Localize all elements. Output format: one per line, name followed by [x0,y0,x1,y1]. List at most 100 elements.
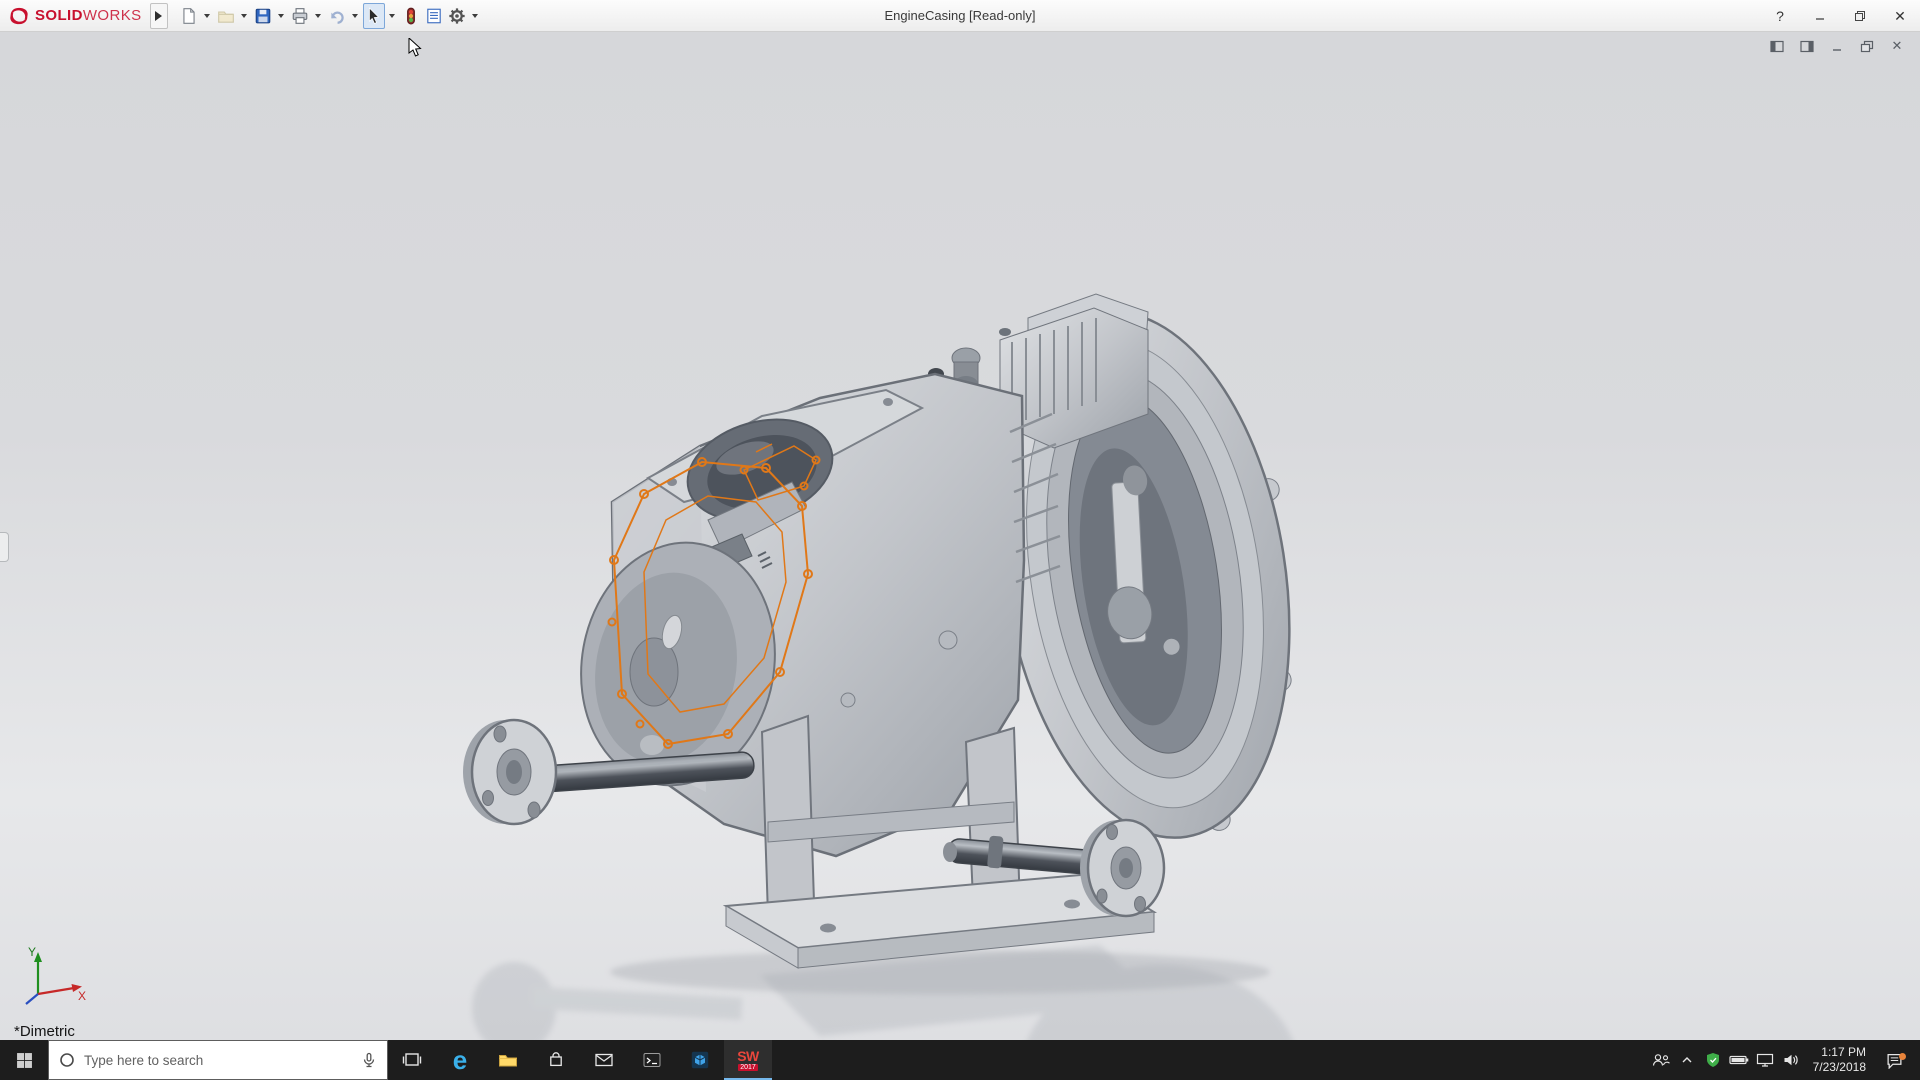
start-button[interactable] [0,1040,48,1080]
doc-restore-button[interactable] [1858,38,1876,54]
app-file-explorer[interactable] [484,1040,532,1080]
solidworks-taskbar-icon: SW 2017 [737,1049,759,1071]
view-orientation-label: *Dimetric [14,1023,75,1040]
windows-logo-icon [16,1052,33,1069]
network-icon [1756,1053,1774,1067]
defender-tray-button[interactable] [1700,1040,1726,1080]
people-icon [1651,1053,1671,1067]
app-cube[interactable] [676,1040,724,1080]
pane-right-button[interactable] [1798,38,1816,54]
network-tray-button[interactable] [1752,1040,1778,1080]
new-document-button[interactable] [178,3,200,29]
mouse-cursor [408,38,422,58]
doc-minimize-button[interactable] [1828,38,1846,54]
undo-dropdown-arrow[interactable] [352,14,358,18]
options-button[interactable] [446,3,468,29]
print-button[interactable] [289,3,311,29]
select-dropdown-arrow[interactable] [389,14,395,18]
hidden-icons-button[interactable] [1674,1040,1700,1080]
battery-tray-button[interactable] [1726,1040,1752,1080]
app-edge[interactable]: e [436,1040,484,1080]
select-cursor-icon [365,7,383,25]
action-center-button[interactable] [1875,1052,1913,1069]
solidworks-logo: SOLIDWORKS [0,6,150,26]
window-controls: ? ✕ [1760,0,1920,31]
taskbar: e SW 2017 [0,1040,1920,1080]
pane-left-icon [1770,40,1784,53]
app-mail[interactable] [580,1040,628,1080]
select-tool-button[interactable] [363,3,385,29]
search-input[interactable] [84,1053,352,1068]
clock-time: 1:17 PM [1821,1045,1866,1060]
solidworks-window: SOLIDWORKS [0,0,1920,1080]
doc-restore-icon [1860,40,1874,53]
app-command-prompt[interactable] [628,1040,676,1080]
help-button[interactable]: ? [1760,0,1800,32]
system-tray: 1:17 PM 7/23/2018 [1648,1040,1920,1080]
app-store[interactable] [532,1040,580,1080]
save-icon [254,7,272,25]
file-properties-icon [425,7,443,25]
edge-icon: e [453,1047,467,1073]
document-window-controls: ✕ [1768,38,1906,54]
volume-tray-button[interactable] [1778,1040,1804,1080]
battery-icon [1729,1055,1749,1065]
ds-logo-icon [8,6,30,26]
pane-right-icon [1800,40,1814,53]
search-icon [59,1052,75,1068]
file-properties-button[interactable] [423,3,445,29]
task-view-button[interactable] [388,1040,436,1080]
speaker-icon [1783,1053,1799,1067]
close-button[interactable]: ✕ [1880,0,1920,32]
document-title: EngineCasing [Read-only] [884,0,1035,32]
toolbar-expand-button[interactable] [150,3,168,29]
rebuild-traffic-light-icon [402,7,420,25]
doc-minimize-icon [1830,40,1844,53]
arrow-right-icon [155,11,162,21]
taskbar-search[interactable] [48,1040,388,1080]
shield-icon [1706,1052,1720,1068]
doc-close-button[interactable]: ✕ [1888,38,1906,54]
gear-icon [448,7,466,25]
open-folder-icon [217,7,235,25]
titlebar[interactable]: SOLIDWORKS [0,0,1920,32]
rebuild-button[interactable] [400,3,422,29]
store-bag-icon [548,1052,564,1068]
clock-date: 7/23/2018 [1813,1060,1866,1075]
print-dropdown-arrow[interactable] [315,14,321,18]
open-button[interactable] [215,3,237,29]
open-dropdown-arrow[interactable] [241,14,247,18]
minimize-button[interactable] [1800,0,1840,32]
triad-x-label: X [78,989,86,1003]
save-dropdown-arrow[interactable] [278,14,284,18]
orientation-triad: Y X [20,944,90,1010]
new-dropdown-arrow[interactable] [204,14,210,18]
minimize-icon [1814,10,1826,22]
triad-y-label: Y [28,945,36,959]
restore-icon [1854,10,1866,22]
options-dropdown-arrow[interactable] [472,14,478,18]
new-document-icon [180,7,198,25]
undo-button[interactable] [326,3,348,29]
file-explorer-icon [498,1052,518,1068]
blue-cube-app-icon [691,1051,709,1069]
taskbar-clock[interactable]: 1:17 PM 7/23/2018 [1804,1045,1875,1075]
save-button[interactable] [252,3,274,29]
people-button[interactable] [1648,1040,1674,1080]
task-view-icon [402,1052,422,1068]
pane-left-button[interactable] [1768,38,1786,54]
undo-icon [328,7,346,25]
mail-envelope-icon [595,1053,613,1067]
brand-name: SOLIDWORKS [35,7,142,24]
chevron-up-icon [1681,1056,1693,1064]
notification-badge-dot [1899,1053,1906,1060]
restore-button[interactable] [1840,0,1880,32]
microphone-icon[interactable] [361,1052,377,1068]
command-prompt-icon [643,1052,661,1068]
app-solidworks[interactable]: SW 2017 [724,1040,772,1080]
graphics-area[interactable]: ✕ Y X *Dimetric [0,32,1920,1040]
main-toolbar [178,3,482,29]
engine-casing-3d-model[interactable] [0,32,1920,1040]
print-icon [291,7,309,25]
featuremanager-collapse-handle[interactable] [0,532,9,562]
